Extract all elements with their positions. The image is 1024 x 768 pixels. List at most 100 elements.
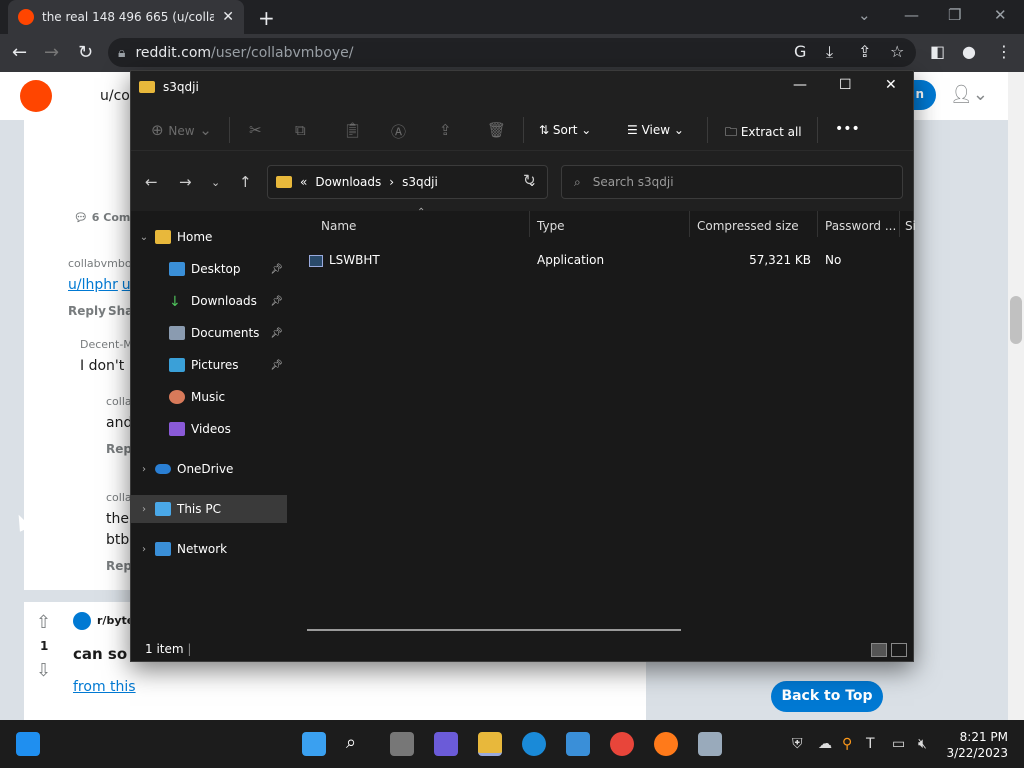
reload-icon[interactable]: ↻ (78, 42, 93, 63)
chevron-right-icon[interactable]: › (139, 544, 149, 555)
breadcrumb-prefix[interactable]: « (300, 175, 307, 189)
volume-muted-icon[interactable]: 🔇︎ (918, 736, 927, 752)
nav-music[interactable]: Music (131, 383, 287, 411)
menu-kebab-icon[interactable]: ⋮ (996, 42, 1012, 61)
nav-desktop[interactable]: Desktop 📌︎ (131, 255, 287, 283)
bookmark-star-icon[interactable]: ☆ (890, 42, 904, 61)
recent-locations-icon[interactable]: ⌄ (211, 176, 220, 189)
share-icon[interactable]: ⇪ (439, 121, 452, 139)
chevron-down-icon[interactable]: ⌄ (139, 232, 149, 243)
view-button[interactable]: ☰ View ⌄ (627, 123, 684, 137)
user-menu-icon[interactable]: 👤︎⌄ (950, 84, 988, 105)
comment-author[interactable]: collabvmbo (68, 257, 132, 270)
chevron-right-icon[interactable]: › (139, 504, 149, 515)
upvote-icon[interactable]: ⇧ (36, 612, 51, 633)
task-view-icon[interactable] (390, 732, 414, 756)
copy-icon[interactable]: ⧉ (295, 121, 306, 139)
back-icon[interactable]: ← (12, 42, 27, 63)
browser-tab[interactable]: the real 148 496 665 (u/collabvm ✕ (8, 0, 244, 34)
cut-icon[interactable]: ✂ (249, 121, 262, 139)
post-title[interactable]: can so (73, 645, 127, 663)
reply-button[interactable]: Rep (106, 559, 132, 573)
paste-icon[interactable]: 📋︎ (343, 121, 362, 139)
back-icon[interactable]: ← (145, 173, 158, 191)
clock[interactable]: 8:21 PM 3/22/2023 (942, 729, 1008, 761)
breadcrumb-s3qdji[interactable]: s3qdji (402, 175, 438, 189)
tiles-view-icon[interactable] (891, 643, 907, 657)
column-size[interactable]: Si (905, 219, 916, 233)
comments-count[interactable]: 💬︎ 6 Com (74, 211, 130, 224)
chrome-icon[interactable] (610, 732, 634, 756)
page-scrollbar[interactable] (1008, 72, 1024, 720)
column-divider[interactable] (529, 211, 530, 237)
address-bar[interactable]: « Downloads › s3qdji ⌄ (267, 165, 548, 199)
cloud-tray-icon[interactable]: ☁ (818, 736, 832, 752)
restore-icon[interactable]: ❐ (948, 6, 961, 24)
refresh-icon[interactable]: ↻ (523, 171, 536, 189)
photos-icon[interactable] (698, 732, 722, 756)
nav-home[interactable]: ⌄ Home (131, 223, 287, 251)
details-view-icon[interactable] (871, 643, 887, 657)
profile-icon[interactable]: ● (962, 42, 976, 61)
minimize-icon[interactable]: — (904, 6, 919, 24)
maximize-icon[interactable]: ☐ (839, 77, 852, 93)
column-divider[interactable] (689, 211, 690, 237)
column-password[interactable]: Password ... (825, 219, 896, 233)
install-icon[interactable]: ⤓ (826, 42, 833, 62)
teams-tray-icon[interactable]: T (866, 736, 875, 752)
share-icon[interactable]: ⇪ (858, 42, 871, 61)
windows-start-icon[interactable] (16, 732, 40, 756)
search-icon[interactable]: ⌕ (346, 732, 370, 756)
reddit-logo-icon[interactable] (20, 80, 52, 112)
column-divider[interactable] (817, 211, 818, 237)
more-options-button[interactable]: ••• (835, 121, 860, 137)
new-button[interactable]: ⊕ New ⌄ (151, 121, 212, 139)
subreddit-icon[interactable] (73, 612, 91, 630)
nav-network[interactable]: › Network (131, 535, 287, 563)
nav-this-pc[interactable]: › This PC (131, 495, 287, 523)
comment-author[interactable]: colla (106, 491, 132, 504)
column-name[interactable]: Name (321, 219, 356, 233)
reply-button[interactable]: Rep (106, 442, 132, 456)
delete-icon[interactable]: 🗑︎ (487, 121, 506, 139)
sort-button[interactable]: ⇅ Sort ⌄ (539, 123, 591, 137)
nav-pictures[interactable]: Pictures 📌︎ (131, 351, 287, 379)
downvote-icon[interactable]: ⇩ (36, 660, 51, 681)
network-tray-icon[interactable]: ▭ (892, 736, 905, 752)
column-divider[interactable] (899, 211, 900, 237)
scrollbar-thumb[interactable] (1010, 296, 1022, 344)
new-tab-button[interactable]: + (258, 6, 275, 30)
subreddit-name[interactable]: r/byte (97, 614, 134, 627)
minimize-icon[interactable]: — (793, 77, 807, 93)
back-to-top-button[interactable]: Back to Top (771, 681, 883, 712)
search-box[interactable]: ⌕ Search s3qdji (561, 165, 903, 199)
store-icon[interactable] (566, 732, 590, 756)
tab-search-icon[interactable]: ⌄ (858, 6, 871, 24)
forward-icon[interactable]: → (179, 173, 192, 191)
nav-documents[interactable]: Documents 📌︎ (131, 319, 287, 347)
file-explorer-icon[interactable] (478, 732, 502, 756)
google-icon[interactable]: G (794, 42, 806, 61)
start-menu-icon[interactable] (302, 732, 326, 756)
security-icon[interactable]: ⛨ (792, 736, 803, 752)
breadcrumb-downloads[interactable]: Downloads (315, 175, 381, 189)
teams-chat-icon[interactable] (434, 732, 458, 756)
extract-all-button[interactable]: 🗀︎ Extract all (725, 123, 802, 144)
horizontal-scrollbar[interactable] (307, 629, 681, 631)
search-tray-icon[interactable]: ⚲ (842, 736, 852, 752)
rename-icon[interactable]: Ⓐ (391, 121, 406, 142)
comment-author[interactable]: colla (106, 395, 132, 408)
reply-button[interactable]: Reply (68, 304, 106, 318)
nav-videos[interactable]: Videos (131, 415, 287, 443)
close-icon[interactable]: ✕ (885, 77, 897, 93)
user-link[interactable]: u/lhphr (68, 277, 118, 293)
firefox-icon[interactable] (654, 732, 678, 756)
header-user[interactable]: u/co (100, 88, 130, 104)
post-link[interactable]: from this (73, 679, 136, 695)
forward-icon[interactable]: → (44, 42, 59, 63)
column-type[interactable]: Type (537, 219, 565, 233)
sidepanel-icon[interactable]: ◧ (930, 42, 945, 61)
tab-close-icon[interactable]: ✕ (222, 9, 234, 25)
nav-onedrive[interactable]: › OneDrive (131, 455, 287, 483)
close-window-icon[interactable]: ✕ (994, 6, 1007, 24)
